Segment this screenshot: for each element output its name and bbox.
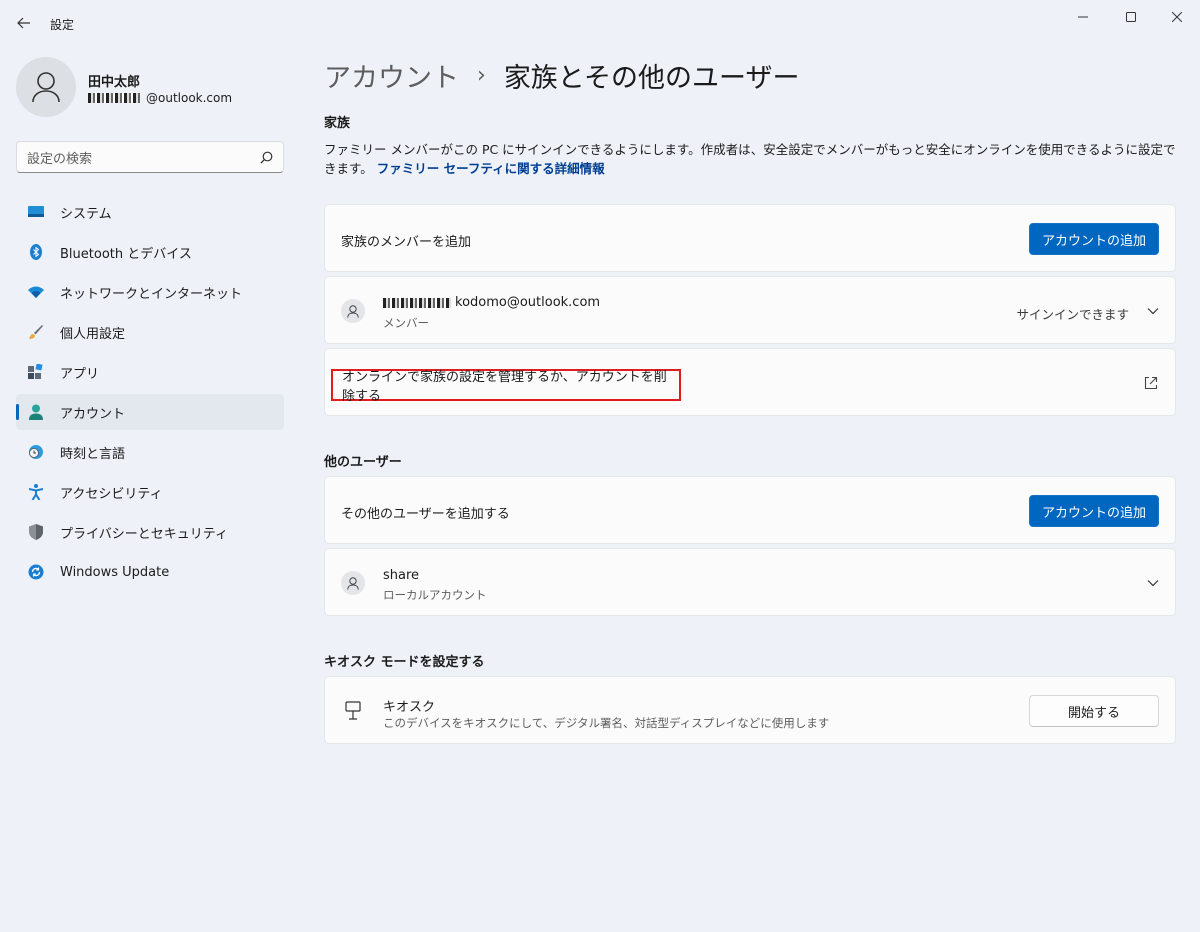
sidebar-item-personalization[interactable]: 個人用設定	[16, 314, 284, 350]
manage-family-label: オンラインで家族の設定を管理するか、アカウントを削除する	[342, 370, 667, 404]
expand-button[interactable]	[1145, 575, 1161, 591]
minimize-button[interactable]	[1060, 6, 1106, 28]
family-safety-link[interactable]: ファミリー セーフティに関する詳細情報	[377, 161, 605, 176]
accessibility-icon	[28, 484, 44, 500]
sidebar-item-label: プライバシーとセキュリティ	[60, 526, 228, 542]
member-role: メンバー	[383, 316, 429, 330]
clock-globe-icon	[28, 444, 44, 460]
sidebar-item-label: アカウント	[60, 406, 126, 422]
sidebar-item-time-language[interactable]: 時刻と言語	[16, 434, 284, 470]
sidebar-item-label: 時刻と言語	[60, 446, 126, 462]
page-title: 家族とその他のユーザー	[503, 63, 800, 94]
profile-name: 田中太郎	[88, 75, 141, 90]
start-kiosk-button[interactable]: 開始する	[1029, 695, 1159, 727]
sidebar-item-privacy[interactable]: プライバシーとセキュリティ	[16, 514, 284, 550]
search-placeholder: 設定の検索	[27, 151, 93, 167]
family-heading: 家族	[324, 116, 351, 131]
profile-email-suffix: @outlook.com	[146, 91, 233, 105]
member-status: サインインできます	[1016, 307, 1129, 322]
title-bar: 設定	[0, 0, 1200, 48]
sidebar-item-label: Bluetooth とデバイス	[60, 246, 192, 262]
sidebar-item-accessibility[interactable]: アクセシビリティ	[16, 474, 284, 510]
add-other-user-label: その他のユーザーを追加する	[341, 507, 510, 522]
sidebar-item-label: 個人用設定	[60, 326, 126, 342]
apps-icon	[28, 364, 44, 380]
sidebar-item-label: アプリ	[60, 366, 100, 382]
family-description: ファミリー メンバーがこの PC にサインインできるようにします。作成者は、安全…	[324, 140, 1180, 178]
sidebar-item-bluetooth[interactable]: Bluetooth とデバイス	[16, 234, 284, 270]
kiosk-description: このデバイスをキオスクにして、デジタル署名、対話型ディスプレイなどに使用します	[383, 716, 830, 730]
system-icon	[28, 204, 44, 220]
redacted-text	[383, 297, 451, 308]
add-other-account-button[interactable]: アカウントの追加	[1029, 495, 1159, 527]
profile-email: @outlook.com	[88, 91, 232, 105]
kiosk-title: キオスク	[383, 700, 436, 715]
account-icon	[28, 404, 44, 420]
member-email-suffix: kodomo@outlook.com	[455, 295, 601, 310]
back-arrow-icon	[17, 17, 30, 29]
maximize-icon	[1126, 12, 1136, 22]
user-type: ローカルアカウント	[383, 588, 487, 602]
other-users-heading: 他のユーザー	[324, 455, 402, 470]
sidebar-item-accounts[interactable]: アカウント	[16, 394, 284, 430]
user-avatar	[341, 571, 365, 595]
manage-family-link[interactable]: オンラインで家族の設定を管理するか、アカウントを削除する	[331, 369, 681, 404]
kiosk-heading: キオスク モードを設定する	[324, 655, 485, 670]
update-icon	[28, 564, 44, 580]
minimize-icon	[1078, 16, 1088, 18]
bluetooth-icon	[28, 244, 44, 260]
person-icon	[32, 72, 60, 103]
kiosk-icon	[345, 701, 361, 720]
user-profile[interactable]: 田中太郎 @outlook.com	[16, 57, 286, 119]
chevron-down-icon	[1147, 308, 1159, 315]
sidebar-item-windows-update[interactable]: Windows Update	[16, 554, 284, 590]
open-external-icon	[1144, 376, 1158, 390]
back-button[interactable]	[14, 13, 34, 33]
expand-button[interactable]	[1145, 303, 1161, 319]
manage-family-card[interactable]: オンラインで家族の設定を管理するか、アカウントを削除する	[324, 348, 1176, 416]
sidebar-item-label: アクセシビリティ	[60, 486, 163, 502]
breadcrumb-separator: ›	[477, 63, 486, 88]
sidebar-item-system[interactable]: システム	[16, 194, 284, 230]
shield-icon	[28, 524, 44, 540]
person-icon	[347, 304, 359, 318]
family-member-row[interactable]: kodomo@outlook.com メンバー サインインできます	[324, 276, 1176, 344]
breadcrumb-parent[interactable]: アカウント	[324, 56, 459, 95]
close-button[interactable]	[1154, 6, 1200, 28]
sidebar-item-label: ネットワークとインターネット	[60, 286, 243, 302]
brush-icon	[28, 324, 44, 340]
sidebar-item-label: システム	[60, 206, 112, 222]
add-family-member-card: 家族のメンバーを追加 アカウントの追加	[324, 204, 1176, 272]
search-input[interactable]: 設定の検索	[16, 141, 284, 173]
wifi-icon	[28, 284, 44, 300]
maximize-button[interactable]	[1108, 6, 1154, 28]
kiosk-card: キオスク このデバイスをキオスクにして、デジタル署名、対話型ディスプレイなどに使…	[324, 676, 1176, 744]
member-email: kodomo@outlook.com	[383, 295, 600, 310]
add-family-account-button[interactable]: アカウントの追加	[1029, 223, 1159, 255]
avatar	[16, 57, 76, 117]
sidebar-nav: システム Bluetooth とデバイス ネットワークとインターネット 個人用設…	[16, 194, 284, 594]
close-icon	[1172, 12, 1182, 22]
other-user-row[interactable]: share ローカルアカウント	[324, 548, 1176, 616]
user-name: share	[383, 568, 420, 583]
member-avatar	[341, 299, 365, 323]
redacted-text	[88, 93, 140, 103]
search-icon	[260, 151, 273, 163]
add-family-member-label: 家族のメンバーを追加	[341, 235, 472, 250]
sidebar-item-network[interactable]: ネットワークとインターネット	[16, 274, 284, 310]
chevron-down-icon	[1147, 580, 1159, 587]
sidebar-item-label: Windows Update	[60, 564, 170, 580]
add-other-user-card: その他のユーザーを追加する アカウントの追加	[324, 476, 1176, 544]
person-icon	[347, 576, 359, 590]
sidebar-item-apps[interactable]: アプリ	[16, 354, 284, 390]
breadcrumb: アカウント › 家族とその他のユーザー	[324, 56, 799, 95]
window-title: 設定	[50, 18, 75, 32]
